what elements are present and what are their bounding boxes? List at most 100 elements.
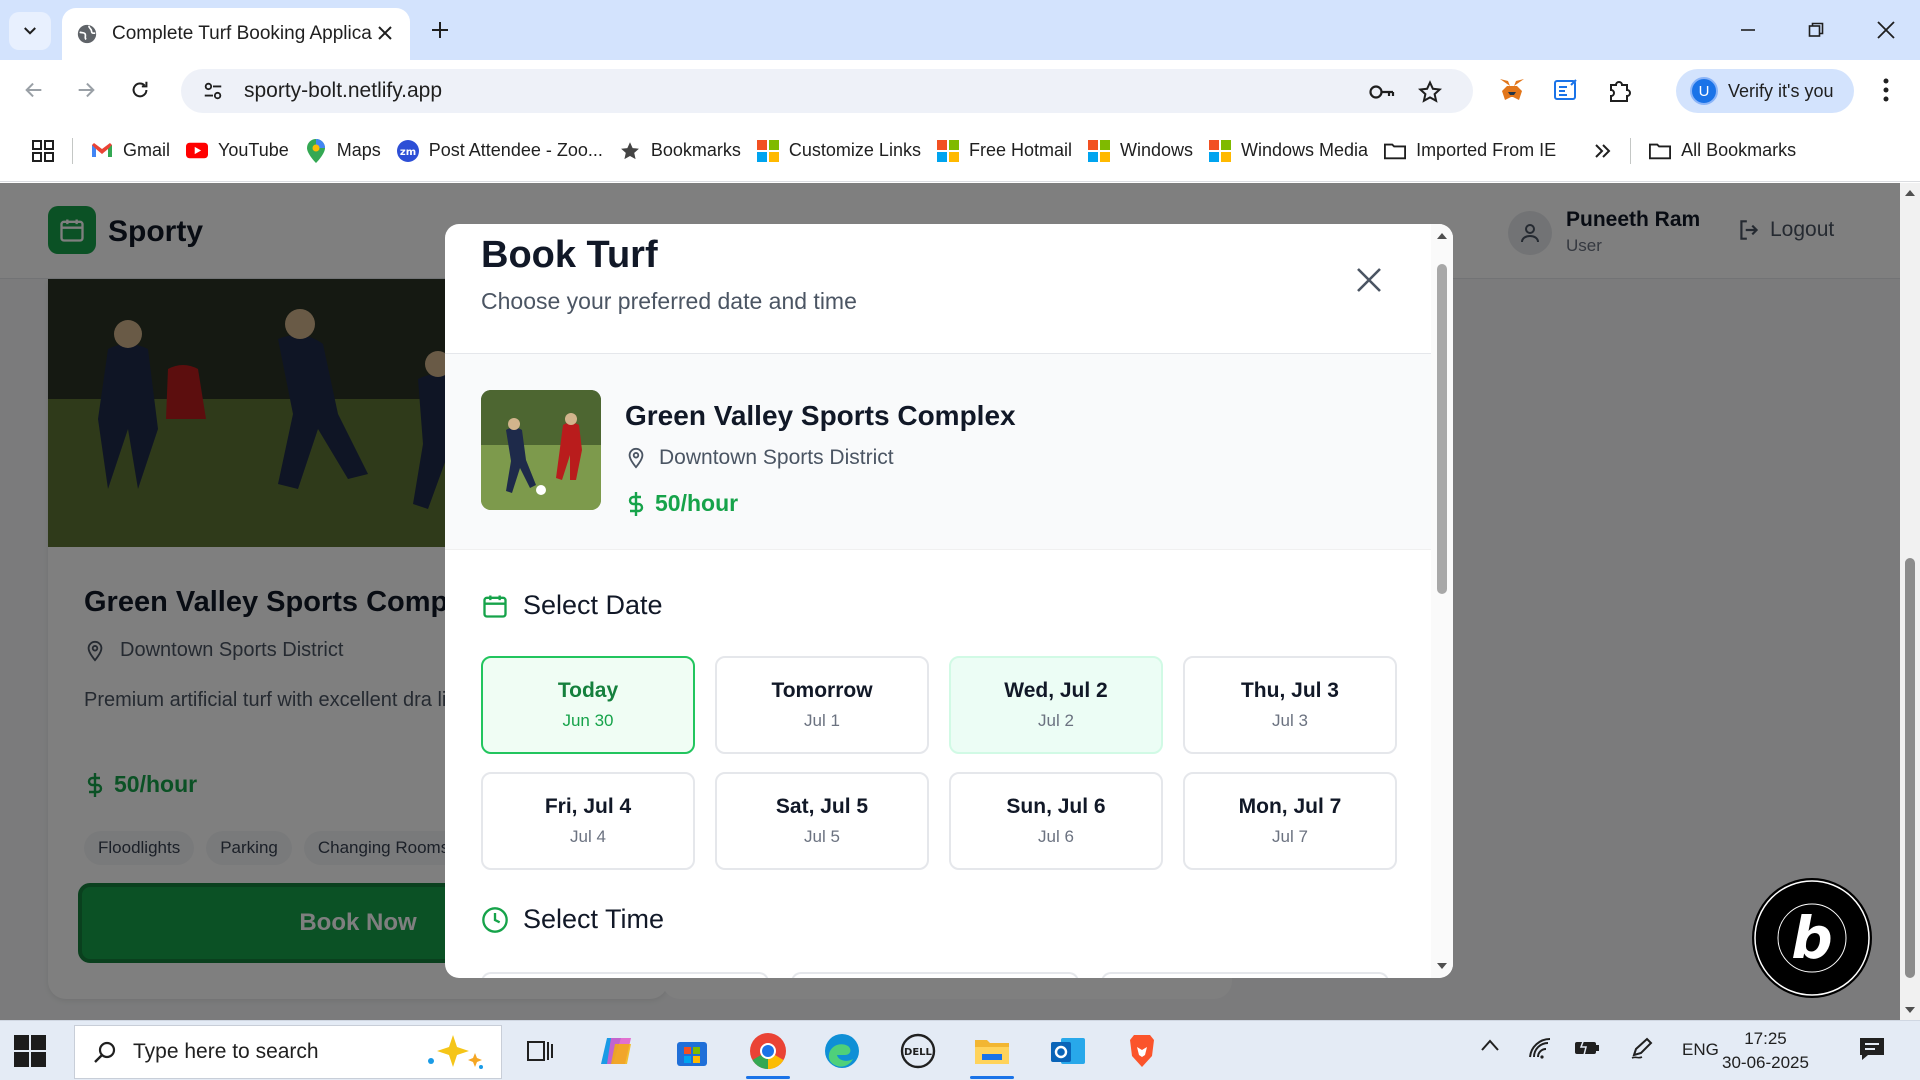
notifications-button[interactable] [1858, 1035, 1886, 1068]
page-viewport: Sporty Puneeth Ram User Logout [0, 183, 1920, 1020]
minimize-button[interactable] [1728, 12, 1768, 48]
apps-button[interactable] [24, 133, 62, 169]
date-option-jul-3[interactable]: Thu, Jul 3 Jul 3 [1183, 656, 1397, 754]
bookmark-windows[interactable]: Windows [1080, 133, 1201, 169]
start-button[interactable] [14, 1035, 46, 1067]
edge-app-button[interactable] [816, 1027, 868, 1075]
address-bar[interactable]: sporty-bolt.netlify.app [181, 69, 1473, 113]
date-option-jul-6[interactable]: Sun, Jul 6 Jul 6 [949, 772, 1163, 870]
restore-button[interactable] [1796, 12, 1836, 48]
dell-app-button[interactable]: DELL [892, 1027, 944, 1075]
arrow-right-icon [78, 82, 95, 98]
tab-search-button[interactable] [9, 12, 51, 50]
bookmark-youtube[interactable]: YouTube [178, 133, 297, 169]
metamask-extension-button[interactable] [1496, 74, 1528, 106]
time-slot-option[interactable] [1101, 972, 1389, 978]
battery-status-button[interactable] [1574, 1037, 1600, 1062]
profile-verify-button[interactable]: U Verify it's you [1676, 69, 1854, 113]
bookmark-gmail[interactable]: Gmail [83, 133, 178, 169]
time-slot-row [481, 972, 1389, 978]
star-outline-icon [1418, 80, 1442, 103]
microsoft-store-button[interactable] [666, 1027, 718, 1075]
outlook-app-button[interactable] [1042, 1027, 1094, 1075]
document-edit-icon [1554, 79, 1577, 100]
pen-menu-button[interactable] [1630, 1037, 1654, 1064]
arrow-left-icon [25, 82, 42, 98]
taskbar-search-box[interactable]: Type here to search [74, 1025, 502, 1079]
new-tab-button[interactable] [424, 14, 456, 46]
bookmarks-overflow-button[interactable] [1586, 133, 1620, 169]
svg-text:DELL: DELL [904, 1047, 933, 1058]
brave-app-button[interactable] [1116, 1027, 1168, 1075]
scroll-down-arrow-icon[interactable] [1904, 1004, 1916, 1016]
bookmark-customize-links[interactable]: Customize Links [749, 133, 929, 169]
puzzle-icon [1610, 81, 1631, 102]
book-turf-modal: Book Turf Choose your preferred date and… [445, 224, 1453, 978]
edge-icon [825, 1034, 859, 1068]
search-icon [94, 1041, 116, 1063]
chrome-app-button[interactable] [742, 1027, 794, 1079]
reload-icon [132, 81, 148, 98]
select-time-heading: Select Time [481, 904, 664, 935]
date-option-jul-5[interactable]: Sat, Jul 5 Jul 5 [715, 772, 929, 870]
gmail-icon [91, 140, 113, 162]
date-option-jul-2[interactable]: Wed, Jul 2 Jul 2 [949, 656, 1163, 754]
star-icon [619, 140, 641, 162]
powered-by-bolt-badge[interactable]: b [1752, 878, 1872, 998]
bookmark-zoom[interactable]: zm Post Attendee - Zoo... [389, 133, 611, 169]
forward-button[interactable] [66, 70, 106, 110]
bookmark-star-button[interactable] [1417, 79, 1443, 105]
turf-thumbnail [481, 390, 601, 510]
copilot-app-button[interactable] [590, 1027, 642, 1075]
bookmarks-separator [72, 137, 73, 164]
profile-avatar: U [1690, 77, 1718, 105]
date-option-jul-7[interactable]: Mon, Jul 7 Jul 7 [1183, 772, 1397, 870]
tab-close-button[interactable] [374, 22, 396, 44]
calendar-icon [483, 595, 507, 618]
windows-icon [756, 139, 779, 162]
time-slot-option[interactable] [481, 972, 769, 978]
task-view-icon [527, 1041, 553, 1061]
file-explorer-button[interactable] [966, 1027, 1018, 1079]
page-scrollbar-thumb[interactable] [1905, 558, 1915, 978]
close-icon [378, 26, 392, 40]
bookmark-maps[interactable]: Maps [297, 133, 389, 169]
reader-extension-button[interactable] [1550, 74, 1582, 106]
time-slot-option[interactable] [791, 972, 1079, 978]
page-scrollbar[interactable] [1900, 183, 1920, 1020]
show-hidden-icons-button[interactable] [1480, 1037, 1500, 1057]
modal-scrollbar[interactable] [1431, 224, 1453, 978]
turf-location: Downtown Sports District [625, 446, 894, 470]
modal-scrollbar-thumb[interactable] [1437, 264, 1447, 594]
chrome-icon [750, 1033, 786, 1069]
date-option-tomorrow[interactable]: Tomorrow Jul 1 [715, 656, 929, 754]
password-key-button[interactable] [1369, 79, 1395, 105]
bolt-badge-disc: b [1752, 878, 1872, 998]
bookmark-bookmarks[interactable]: Bookmarks [611, 133, 749, 169]
windows-taskbar: Type here to search DELL ENG 17:25 30-06… [0, 1020, 1920, 1080]
close-window-button[interactable] [1866, 12, 1906, 48]
all-bookmarks-button[interactable]: All Bookmarks [1641, 133, 1804, 169]
system-clock[interactable]: 17:25 30-06-2025 [1722, 1027, 1809, 1075]
language-indicator[interactable]: ENG [1682, 1040, 1719, 1060]
task-view-button[interactable] [514, 1027, 566, 1075]
store-icon [677, 1042, 707, 1066]
selected-turf-summary: Green Valley Sports Complex Downtown Spo… [445, 354, 1431, 550]
bookmark-imported-from-ie[interactable]: Imported From IE [1376, 133, 1564, 169]
back-button[interactable] [14, 70, 54, 110]
extensions-button[interactable] [1604, 74, 1636, 106]
site-info-button[interactable] [193, 80, 233, 102]
network-status-button[interactable] [1528, 1037, 1552, 1064]
date-option-today[interactable]: Today Jun 30 [481, 656, 695, 754]
date-option-jul-4[interactable]: Fri, Jul 4 Jul 4 [481, 772, 695, 870]
scroll-up-arrow-icon[interactable] [1904, 187, 1916, 199]
modal-close-button[interactable] [1349, 260, 1389, 300]
browser-menu-button[interactable] [1870, 74, 1902, 106]
reload-button[interactable] [120, 70, 160, 110]
bookmark-free-hotmail[interactable]: Free Hotmail [929, 133, 1080, 169]
bookmark-windows-media[interactable]: Windows Media [1201, 133, 1376, 169]
bookmarks-bar: Gmail YouTube Maps zm Post Attendee - Zo… [0, 120, 1920, 182]
scroll-up-arrow-icon[interactable] [1436, 230, 1448, 242]
browser-tab-active[interactable]: Complete Turf Booking Applica [62, 8, 410, 60]
scroll-down-arrow-icon[interactable] [1436, 960, 1448, 972]
